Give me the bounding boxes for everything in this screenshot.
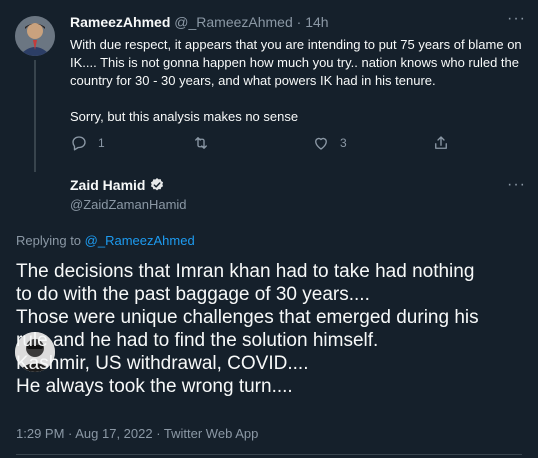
ellipsis-icon[interactable]: ···	[507, 10, 526, 28]
share-button[interactable]	[432, 134, 450, 152]
reply-count: 1	[98, 136, 105, 150]
retweet-icon	[195, 137, 207, 149]
like-button[interactable]: 3	[312, 134, 347, 152]
main-tweet[interactable]: Zaid Hamid @ZaidZamanHamid ··· Replying …	[0, 160, 538, 458]
tweet-line: Kashmir, US withdrawal, COVID....	[16, 353, 309, 374]
reply-paragraph: With due respect, it appears that you ar…	[70, 37, 522, 88]
author-name[interactable]: Zaid Hamid	[70, 177, 165, 193]
tweet-line: He always took the wrong turn....	[16, 376, 293, 397]
tweet-actions: 1 3	[70, 134, 450, 154]
tweet-line: rule and he had to find the solution him…	[16, 330, 379, 351]
reply-button[interactable]: 1	[70, 134, 105, 152]
tweet-line: to do with the past baggage of 30 years.…	[16, 284, 370, 305]
divider	[16, 454, 522, 455]
reply-paragraph: Sorry, but this analysis makes no sense	[70, 109, 299, 124]
share-icon	[435, 136, 447, 149]
author-name[interactable]: RameezAhmed	[70, 14, 170, 30]
reply-tweet-text: With due respect, it appears that you ar…	[70, 36, 525, 126]
heart-icon	[315, 137, 327, 150]
tweet-time[interactable]: 14h	[305, 14, 328, 30]
author-handle[interactable]: @_RameezAhmed	[174, 14, 293, 30]
reply-tweet[interactable]: RameezAhmed @_RameezAhmed · 14h ··· With…	[0, 0, 538, 172]
author-name-text: Zaid Hamid	[70, 177, 146, 193]
ellipsis-icon[interactable]: ···	[507, 176, 526, 194]
main-tweet-text: The decisions that Imran khan had to tak…	[16, 260, 531, 398]
verified-badge-icon	[151, 178, 164, 191]
replying-to-label: Replying to	[16, 233, 82, 248]
like-count: 3	[340, 136, 347, 150]
author-handle[interactable]: @ZaidZamanHamid	[70, 197, 187, 212]
retweet-button[interactable]	[192, 134, 220, 152]
separator: ·	[296, 14, 302, 30]
replying-to-line: Replying to @_RameezAhmed	[16, 233, 195, 248]
thread-connector-line	[34, 60, 36, 172]
avatar[interactable]	[15, 16, 55, 56]
tweet-line: The decisions that Imran khan had to tak…	[16, 261, 475, 282]
reply-icon	[72, 136, 86, 151]
reply-tweet-header: RameezAhmed @_RameezAhmed · 14h	[70, 14, 329, 30]
replying-to-link[interactable]: @_RameezAhmed	[85, 233, 195, 248]
user-avatar-image	[15, 16, 55, 56]
tweet-timestamp[interactable]: 1:29 PM · Aug 17, 2022 · Twitter Web App	[16, 426, 258, 441]
tweet-line: Those were unique challenges that emerge…	[16, 307, 479, 328]
